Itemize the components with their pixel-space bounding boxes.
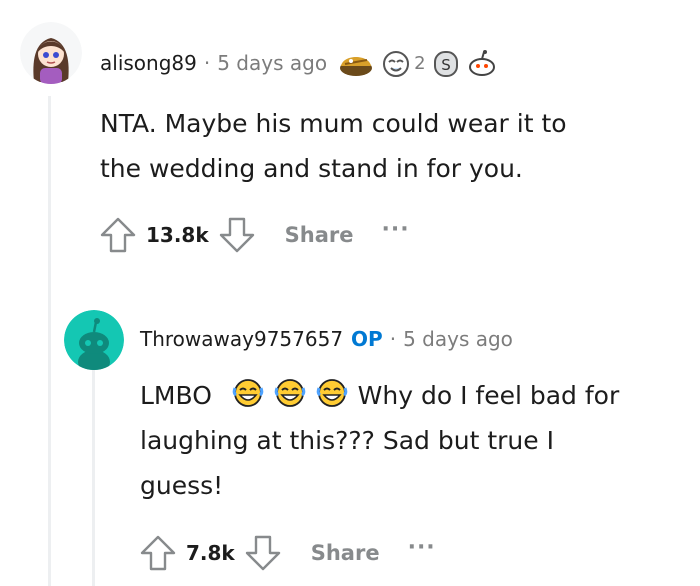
laughing-emoji-icon xyxy=(232,379,264,407)
comment-meta: Throwaway9757657 OP · 5 days ago xyxy=(140,322,513,356)
separator-dot: · xyxy=(389,327,397,351)
thread-line-main[interactable] xyxy=(48,96,51,586)
comment-line: guess! xyxy=(140,471,224,500)
laughing-emoji-icon xyxy=(316,379,347,407)
share-button[interactable]: Share xyxy=(311,541,380,565)
more-options-button[interactable]: ··· xyxy=(408,535,436,560)
comment-text: Why do I feel bad for xyxy=(357,381,620,410)
avatar[interactable] xyxy=(20,22,82,84)
comment-line: NTA. Maybe his mum could wear it to xyxy=(100,109,567,138)
downvote-icon[interactable] xyxy=(243,533,283,573)
separator-dot: · xyxy=(203,51,211,75)
more-options-button[interactable]: ··· xyxy=(382,217,410,242)
award-icon[interactable] xyxy=(337,48,375,78)
thread-line-reply[interactable] xyxy=(92,370,95,586)
svg-text:S: S xyxy=(441,56,451,74)
timestamp[interactable]: 5 days ago xyxy=(217,51,327,75)
username[interactable]: Throwaway9757657 xyxy=(140,327,343,351)
comment-line: the wedding and stand in for you. xyxy=(100,154,523,183)
avatar-icon xyxy=(20,22,82,84)
timestamp[interactable]: 5 days ago xyxy=(403,327,513,351)
award-count: 2 xyxy=(414,52,426,74)
comment-line: LMBO Why do I feel bad for xyxy=(140,373,619,418)
share-button[interactable]: Share xyxy=(285,223,354,247)
comment-actions: 13.8k Share ··· xyxy=(98,215,410,255)
avatar[interactable] xyxy=(64,310,124,370)
comment-body: NTA. Maybe his mum could wear it to the … xyxy=(100,101,567,191)
downvote-icon[interactable] xyxy=(217,215,257,255)
award-icon[interactable] xyxy=(381,48,411,78)
vote-score: 7.8k xyxy=(186,541,235,565)
op-badge: OP xyxy=(351,327,383,351)
comment-actions: 7.8k Share ··· xyxy=(138,533,436,573)
comment-line: laughing at this??? Sad but true I xyxy=(140,426,554,455)
upvote-icon[interactable] xyxy=(138,533,178,573)
comment-meta: alisong89 · 5 days ago 2 S xyxy=(100,46,498,80)
upvote-icon[interactable] xyxy=(98,215,138,255)
comment-text: LMBO xyxy=(140,381,212,410)
award-icon[interactable]: S xyxy=(432,48,460,78)
avatar-icon xyxy=(64,310,124,370)
laughing-emoji-icon xyxy=(274,379,306,407)
vote-score: 13.8k xyxy=(146,223,209,247)
comment-body: LMBO Why do I feel bad for laughing at t… xyxy=(140,373,619,508)
username[interactable]: alisong89 xyxy=(100,51,197,75)
awards[interactable]: 2 S xyxy=(337,48,497,78)
award-icon[interactable] xyxy=(466,48,498,78)
